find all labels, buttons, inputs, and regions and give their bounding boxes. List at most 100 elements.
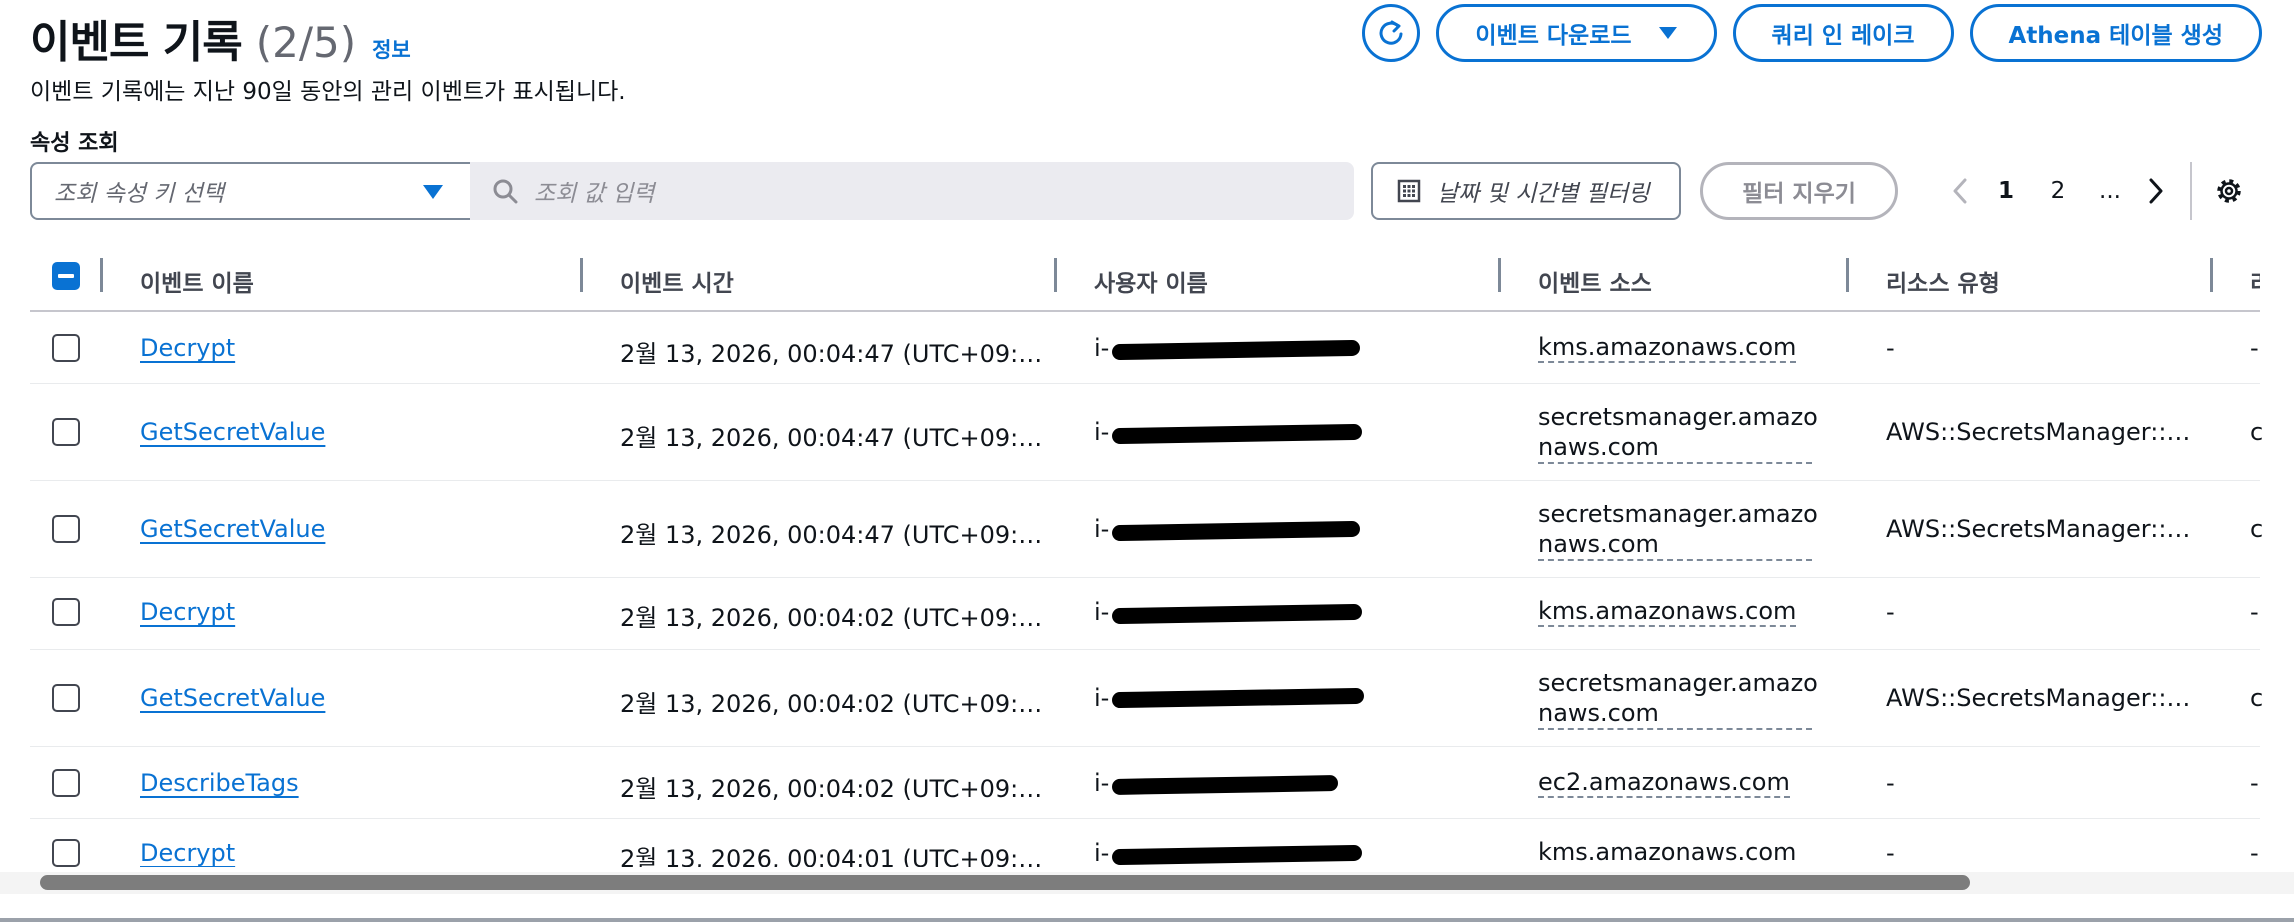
lookup-value-placeholder: 조회 값 입력: [534, 181, 655, 207]
resource-type: AWS::SecretsManager::…: [1886, 684, 2191, 712]
query-in-lake-button[interactable]: 쿼리 인 레이크: [1732, 4, 1954, 62]
event-time: 2월 13, 2026, 00:04:02 (UTC+09:…: [620, 604, 1043, 632]
row-checkbox[interactable]: [52, 769, 80, 797]
table-preferences-button[interactable]: [2212, 174, 2246, 212]
event-time: 2월 13, 2026, 00:04:02 (UTC+09:…: [620, 690, 1043, 718]
table-row[interactable]: GetSecretValue 2월 13, 2026, 00:04:47 (UT…: [30, 481, 2264, 578]
row-checkbox[interactable]: [52, 839, 80, 867]
resource-type: -: [1886, 769, 1895, 797]
attribute-key-select[interactable]: 조회 속성 키 선택: [30, 162, 472, 220]
user-name: i-: [1094, 515, 1110, 543]
download-events-label: 이벤트 다운로드: [1475, 23, 1632, 49]
column-header-event-source[interactable]: 이벤트 소스: [1538, 264, 1652, 298]
caret-down-icon: [1658, 27, 1677, 39]
event-name-link[interactable]: GetSecretValue: [140, 515, 325, 543]
event-time: 2월 13, 2026, 00:04:02 (UTC+09:…: [620, 775, 1043, 803]
row-checkbox[interactable]: [52, 334, 80, 362]
column-header-event-time[interactable]: 이벤트 시간: [620, 264, 734, 298]
attribute-key-placeholder: 조회 속성 키 선택: [54, 181, 225, 207]
row-checkbox[interactable]: [52, 418, 80, 446]
resource-type: AWS::SecretsManager::…: [1886, 515, 2191, 543]
event-name-link[interactable]: Decrypt: [140, 334, 235, 362]
table-row[interactable]: DescribeTags 2월 13, 2026, 00:04:02 (UTC+…: [30, 747, 2260, 819]
download-events-button[interactable]: 이벤트 다운로드: [1436, 4, 1717, 62]
column-header-truncated[interactable]: 리: [2250, 264, 2260, 298]
table-row[interactable]: Decrypt 2월 13, 2026, 00:04:02 (UTC+09:… …: [30, 578, 2260, 650]
attribute-lookup-label: 속성 조회: [30, 131, 119, 156]
table-row[interactable]: GetSecretValue 2월 13, 2026, 00:04:02 (UT…: [30, 650, 2264, 747]
column-divider[interactable]: [580, 258, 583, 292]
user-name: i-: [1094, 769, 1110, 797]
row-checkbox[interactable]: [52, 684, 80, 712]
horizontal-scrollbar-thumb[interactable]: [40, 875, 1970, 890]
table-row[interactable]: GetSecretValue 2월 13, 2026, 00:04:47 (UT…: [30, 384, 2263, 481]
redaction-mark: [1111, 844, 1363, 866]
refresh-button[interactable]: [1362, 4, 1421, 62]
event-name-link[interactable]: GetSecretValue: [140, 418, 325, 446]
pagination: 1 2 ...: [1940, 162, 2176, 220]
truncated-cell: -: [2250, 598, 2259, 626]
table-row[interactable]: Decrypt 2월 13, 2026, 00:04:47 (UTC+09:… …: [30, 312, 2260, 384]
prev-page-button[interactable]: [1940, 178, 1980, 204]
select-all-checkbox[interactable]: [52, 262, 80, 290]
redaction-mark: [1111, 423, 1363, 445]
row-checkbox[interactable]: [52, 515, 80, 543]
column-divider[interactable]: [2210, 258, 2213, 292]
event-source: secretsmanager.amazo naws.com: [1538, 668, 1828, 730]
redaction-mark: [1111, 520, 1361, 542]
column-divider[interactable]: [1846, 258, 1849, 292]
resource-type: -: [1886, 334, 1895, 362]
page-header: 이벤트 기록 (2/5) 정보: [30, 6, 411, 70]
redaction-mark: [1111, 339, 1361, 361]
header-actions: 이벤트 다운로드 쿼리 인 레이크 Athena 테이블 생성: [1362, 4, 2262, 62]
event-source-text: kms.amazonaws.com: [1538, 838, 1797, 866]
event-name-link[interactable]: GetSecretValue: [140, 684, 325, 712]
page-2[interactable]: 2: [2032, 178, 2084, 204]
create-athena-table-button[interactable]: Athena 테이블 생성: [1969, 4, 2262, 62]
table-row[interactable]: Decrypt 2월 13, 2026, 00:04:01 (UTC+09:… …: [30, 819, 2260, 867]
event-source: secretsmanager.amazo naws.com: [1538, 499, 1828, 561]
user-name: i-: [1094, 839, 1110, 867]
lookup-value-input[interactable]: 조회 값 입력: [470, 162, 1354, 220]
pagination-divider: [2190, 162, 2192, 220]
resource-type: -: [1886, 839, 1895, 867]
user-name: i-: [1094, 418, 1110, 446]
selection-count: (2/5): [255, 18, 357, 67]
page-ellipsis: ...: [2099, 178, 2121, 204]
column-header-event-name[interactable]: 이벤트 이름: [140, 264, 254, 298]
row-checkbox[interactable]: [52, 598, 80, 626]
window-bottom-border: [0, 918, 2294, 922]
info-link[interactable]: 정보: [372, 34, 411, 64]
date-time-filter-button[interactable]: 날짜 및 시간별 필터링: [1371, 162, 1681, 220]
event-name-link[interactable]: DescribeTags: [140, 769, 299, 797]
event-source: ec2.amazonaws.com: [1538, 767, 1828, 798]
column-divider[interactable]: [100, 258, 103, 292]
page-description: 이벤트 기록에는 지난 90일 동안의 관리 이벤트가 표시됩니다.: [30, 79, 626, 105]
redaction-mark: [1111, 775, 1339, 795]
event-source-line1: secretsmanager.amazo: [1538, 669, 1818, 697]
truncated-cell: c: [2250, 684, 2264, 712]
truncated-cell: -: [2250, 839, 2259, 867]
column-divider[interactable]: [1498, 258, 1501, 292]
event-source-line1: secretsmanager.amazo: [1538, 500, 1818, 528]
chevron-right-icon: [2149, 178, 2163, 204]
calendar-icon: [1397, 179, 1421, 203]
search-icon: [493, 179, 518, 204]
next-page-button[interactable]: [2136, 178, 2176, 204]
event-name-link[interactable]: Decrypt: [140, 839, 235, 867]
clear-filters-button[interactable]: 필터 지우기: [1700, 162, 1898, 220]
page-1[interactable]: 1: [1980, 178, 2032, 204]
gear-icon: [2217, 179, 2241, 203]
event-time: 2월 13, 2026, 00:04:01 (UTC+09:…: [620, 845, 1043, 867]
event-time: 2월 13, 2026, 00:04:47 (UTC+09:…: [620, 424, 1043, 452]
user-name: i-: [1094, 334, 1110, 362]
event-name-link[interactable]: Decrypt: [140, 598, 235, 626]
caret-down-icon: [423, 185, 443, 199]
column-header-user-name[interactable]: 사용자 이름: [1094, 264, 1208, 298]
redaction-mark: [1111, 603, 1363, 625]
event-time: 2월 13, 2026, 00:04:47 (UTC+09:…: [620, 340, 1043, 368]
column-header-resource-type[interactable]: 리소스 유형: [1886, 264, 2000, 298]
column-divider[interactable]: [1054, 258, 1057, 292]
truncated-cell: c: [2250, 515, 2264, 543]
query-in-lake-label: 쿼리 인 레이크: [1771, 23, 1915, 49]
